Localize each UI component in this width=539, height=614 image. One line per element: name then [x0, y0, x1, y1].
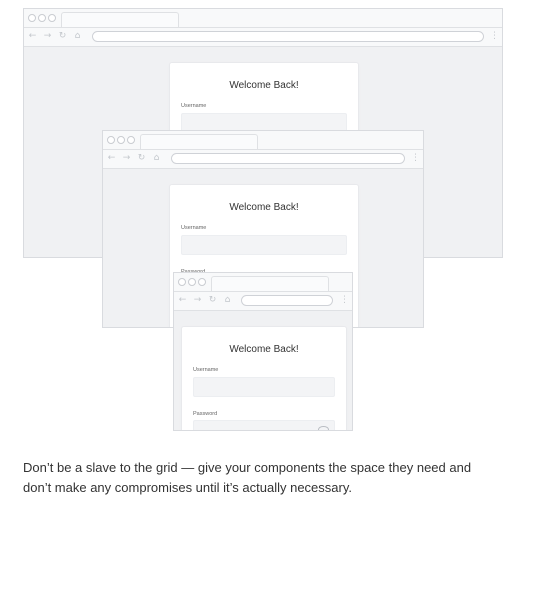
- browser-chrome: ← → ↻ ⌂ ⋮: [24, 9, 502, 47]
- login-card: Welcome Back! Username Password: [182, 327, 346, 430]
- login-title: Welcome Back!: [229, 80, 299, 91]
- username-input[interactable]: [181, 235, 347, 255]
- home-icon[interactable]: ⌂: [73, 30, 82, 42]
- forward-arrow-icon[interactable]: →: [193, 294, 202, 306]
- password-label: Password: [193, 411, 218, 417]
- tab-strip: [103, 131, 423, 150]
- browser-chrome: ← → ↻ ⌂ ⋮: [103, 131, 423, 169]
- username-input[interactable]: [193, 377, 335, 397]
- window-controls: [107, 136, 135, 144]
- back-arrow-icon[interactable]: ←: [28, 30, 37, 42]
- nav-controls: ← → ↻ ⌂: [178, 294, 232, 306]
- password-input[interactable]: [193, 420, 335, 430]
- back-arrow-icon[interactable]: ←: [107, 152, 116, 164]
- maximize-dot[interactable]: [48, 14, 56, 22]
- nav-controls: ← → ↻ ⌂: [28, 30, 82, 42]
- minimize-dot[interactable]: [117, 136, 125, 144]
- close-dot[interactable]: [107, 136, 115, 144]
- maximize-dot[interactable]: [198, 278, 206, 286]
- menu-kebab-icon[interactable]: ⋮: [340, 294, 349, 306]
- close-dot[interactable]: [28, 14, 36, 22]
- browser-chrome: ← → ↻ ⌂ ⋮: [174, 273, 352, 311]
- tab-strip: [24, 9, 502, 28]
- login-title: Welcome Back!: [229, 202, 299, 213]
- minimize-dot[interactable]: [38, 14, 46, 22]
- tab-strip: [174, 273, 352, 292]
- menu-kebab-icon[interactable]: ⋮: [411, 152, 420, 164]
- back-arrow-icon[interactable]: ←: [178, 294, 187, 306]
- nav-controls: ← → ↻ ⌂: [107, 152, 161, 164]
- browser-tab[interactable]: [61, 12, 179, 27]
- username-label: Username: [181, 103, 207, 109]
- reload-icon[interactable]: ↻: [137, 152, 146, 164]
- username-label: Username: [193, 367, 219, 373]
- reload-icon[interactable]: ↻: [58, 30, 67, 42]
- username-label: Username: [181, 225, 207, 231]
- minimize-dot[interactable]: [188, 278, 196, 286]
- browser-tab[interactable]: [211, 276, 329, 291]
- address-bar[interactable]: [241, 295, 333, 306]
- window-controls: [28, 14, 56, 22]
- menu-kebab-icon[interactable]: ⋮: [490, 30, 499, 42]
- login-title: Welcome Back!: [229, 344, 299, 355]
- address-bar[interactable]: [171, 153, 405, 164]
- home-icon[interactable]: ⌂: [152, 152, 161, 164]
- address-bar[interactable]: [92, 31, 484, 42]
- eye-icon[interactable]: [318, 426, 329, 430]
- home-icon[interactable]: ⌂: [223, 294, 232, 306]
- window-controls: [178, 278, 206, 286]
- caption-text: Don’t be a slave to the grid — give your…: [23, 460, 472, 495]
- browser-window-small: ← → ↻ ⌂ ⋮ Welcome Back! Username Passwor…: [173, 272, 353, 431]
- browser-tab[interactable]: [140, 134, 258, 149]
- close-dot[interactable]: [178, 278, 186, 286]
- forward-arrow-icon[interactable]: →: [43, 30, 52, 42]
- reload-icon[interactable]: ↻: [208, 294, 217, 306]
- maximize-dot[interactable]: [127, 136, 135, 144]
- forward-arrow-icon[interactable]: →: [122, 152, 131, 164]
